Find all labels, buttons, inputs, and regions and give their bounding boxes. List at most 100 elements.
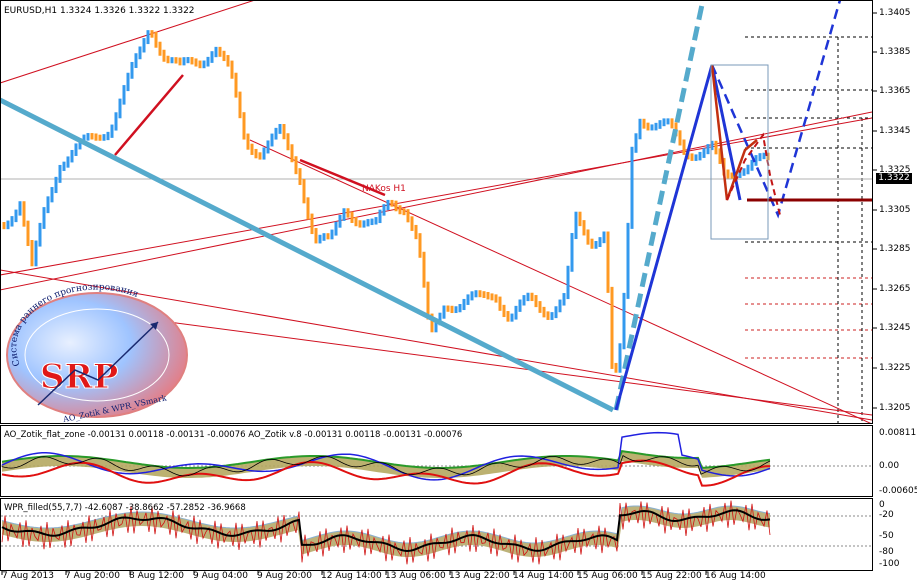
price-bar (190, 57, 194, 65)
price-bar (598, 237, 602, 247)
price-bar (234, 72, 238, 98)
price-bar (10, 216, 14, 227)
price-bar (534, 295, 538, 308)
price-bar (658, 120, 662, 129)
price-bar (230, 60, 234, 79)
price-bar (74, 143, 78, 156)
price-bar (554, 306, 558, 319)
price-bar (490, 293, 494, 301)
price-bar (94, 133, 98, 141)
price-bar (194, 58, 198, 67)
price-bar (22, 201, 26, 227)
price-bar (38, 222, 42, 247)
price-bar (58, 164, 62, 183)
price-bar (274, 127, 278, 140)
price-bar (18, 201, 22, 216)
price-bar (746, 164, 750, 175)
blue-dashed-forecast (710, 1, 842, 219)
price-bar (278, 124, 282, 134)
price-bar (510, 313, 514, 322)
price-bar (522, 295, 526, 306)
price-label: 1.3385 (879, 47, 911, 57)
price-bar (254, 148, 258, 159)
price-bar (498, 296, 502, 311)
price-bar (482, 291, 486, 298)
price-bar (410, 216, 414, 231)
price-bar (326, 233, 330, 240)
price-label: 1.3365 (879, 86, 911, 96)
price-bar (650, 124, 654, 131)
current-price-marker: 1.3322 (876, 173, 912, 184)
price-bar (538, 301, 542, 313)
time-label: 13 Aug 22:00 (449, 571, 510, 581)
price-bar (378, 209, 382, 224)
price-bar (602, 231, 606, 244)
price-bar (346, 208, 350, 218)
price-bar (354, 216, 358, 227)
wpr-scale-label: 0 (879, 500, 885, 510)
price-bar (646, 122, 650, 131)
price-bar (162, 49, 166, 62)
price-bar (26, 220, 30, 247)
ao-plot (1, 431, 872, 487)
price-bar (382, 204, 386, 216)
price-bar (158, 41, 162, 56)
price-bar (698, 151, 702, 161)
price-bar (762, 152, 766, 160)
price-bar (670, 118, 674, 129)
price-bar (286, 133, 290, 151)
price-bar (682, 139, 686, 155)
price-bar (70, 149, 74, 163)
price-bar (374, 217, 378, 225)
price-bar (290, 144, 294, 163)
price-bar (166, 55, 170, 64)
price-bar (202, 60, 206, 69)
price-bar (34, 240, 38, 267)
chart-drawing: NAKos H1 Система раннего прогнозирования… (1, 1, 877, 575)
price-bar (614, 362, 618, 373)
price-bar (742, 168, 746, 176)
price-bar (634, 133, 638, 153)
price-bar (214, 46, 218, 58)
price-bar (386, 199, 390, 211)
price-bar (6, 220, 10, 230)
price-bar (262, 147, 266, 160)
price-bar (566, 265, 570, 300)
price-bar (222, 50, 226, 62)
price-bar (590, 238, 594, 249)
price-bar (146, 30, 150, 45)
price-bar (126, 72, 130, 92)
price-bar (666, 118, 670, 125)
price-bar (198, 60, 202, 69)
price-label: 1.3405 (879, 8, 911, 18)
price-bar (502, 304, 506, 318)
price-label: 1.3285 (879, 244, 911, 254)
price-bar (370, 218, 374, 226)
price-bar (750, 159, 754, 171)
red-levels (745, 277, 872, 359)
price-bar (594, 240, 598, 249)
price-bar (238, 91, 242, 119)
price-bar (122, 85, 126, 105)
time-label: 13 Aug 06:00 (385, 571, 446, 581)
wpr-scale-label: -100 (879, 559, 900, 569)
price-bar (358, 220, 362, 228)
price-bar (306, 197, 310, 220)
time-label: 7 Aug 2013 (2, 571, 54, 581)
price-label: 1.3265 (879, 284, 911, 294)
price-bar (142, 38, 146, 53)
price-bar (586, 229, 590, 245)
ao-scale-label: 0.00 (879, 461, 900, 471)
price-bar (282, 124, 286, 140)
price-bar (706, 144, 710, 155)
time-label: 7 Aug 20:00 (65, 571, 120, 581)
price-bar (530, 292, 534, 302)
price-bar (314, 228, 318, 244)
price-bar (182, 57, 186, 66)
main-chart-title: EURUSD,H1 1.3324 1.3326 1.3322 1.3322 (4, 6, 195, 16)
time-label: 15 Aug 06:00 (577, 571, 638, 581)
price-bar (662, 118, 666, 127)
price-bar (342, 208, 346, 221)
price-bar (150, 30, 154, 38)
price-bar (618, 343, 622, 373)
